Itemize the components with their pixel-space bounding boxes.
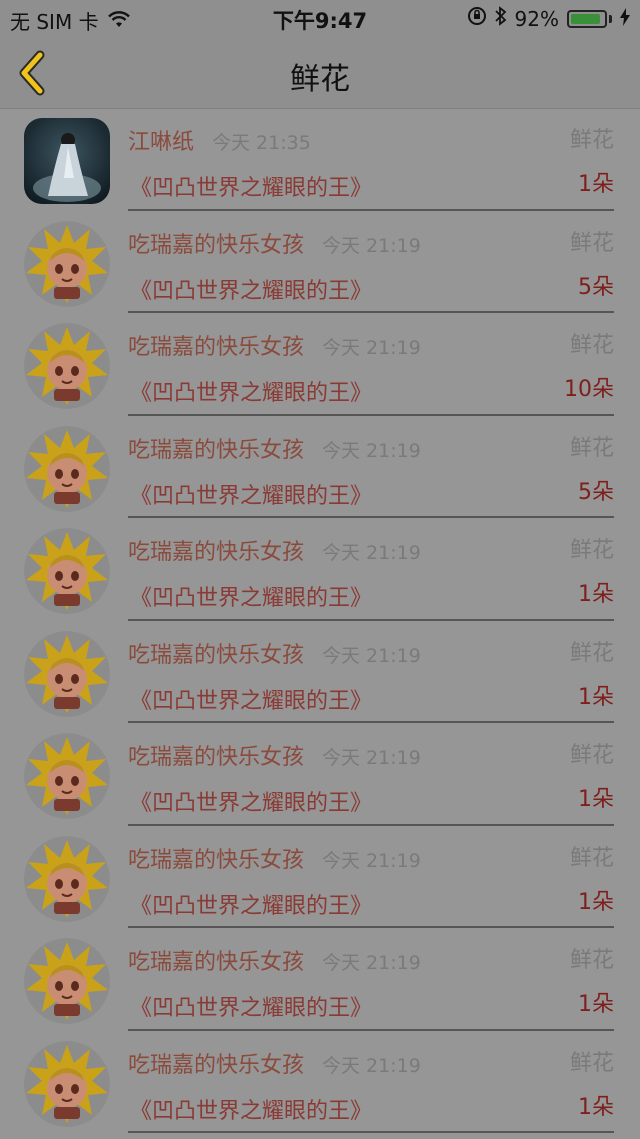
list-item[interactable]: 江啉纸 今天 21:35 鲜花《凹凸世界之耀眼的王》 1朵	[0, 110, 640, 213]
timestamp: 今天 21:19	[322, 234, 421, 257]
book-title[interactable]: 《凹凸世界之耀眼的王》	[130, 683, 372, 715]
avatar[interactable]	[24, 835, 110, 922]
book-title[interactable]: 《凹凸世界之耀眼的王》	[130, 170, 372, 202]
user-name[interactable]: 吃瑞嘉的快乐女孩	[128, 227, 304, 259]
gift-count: 1朵	[578, 684, 614, 710]
book-title[interactable]: 《凹凸世界之耀眼的王》	[130, 888, 372, 920]
gift-type: 鲜花	[569, 128, 614, 153]
avatar[interactable]	[24, 425, 110, 512]
book-title[interactable]: 《凹凸世界之耀眼的王》	[130, 580, 372, 612]
book-title[interactable]: 《凹凸世界之耀眼的王》	[130, 273, 372, 305]
user-name[interactable]: 吃瑞嘉的快乐女孩	[128, 329, 304, 361]
user-name[interactable]: 吃瑞嘉的快乐女孩	[128, 534, 304, 566]
row-divider	[128, 413, 614, 416]
list-item[interactable]: 吃瑞嘉的快乐女孩 今天 21:19 鲜花《凹凸世界之耀眼的王》 1朵	[0, 623, 640, 726]
gift-type: 鲜花	[569, 333, 614, 358]
gift-count: 1朵	[578, 1094, 614, 1120]
gift-type: 鲜花	[569, 435, 614, 461]
row-divider	[128, 926, 614, 928]
avatar[interactable]	[24, 1040, 110, 1127]
gift-list: 江啉纸 今天 21:35 鲜花 《凹凸世界之耀眼的王》 1朵 吃瑞嘉的快乐女孩 今天 21…	[0, 110, 640, 1135]
gift-type: 鲜花	[569, 845, 614, 871]
list-item[interactable]: 吃瑞嘉的快乐女孩 今天 21:19 鲜花《凹凸世界之耀眼的王》 5朵	[0, 418, 640, 521]
row-divider	[128, 721, 614, 723]
timestamp: 今天 21:19	[322, 747, 421, 769]
book-title[interactable]: 《凹凸世界之耀眼的王》	[130, 478, 372, 510]
user-name[interactable]: 江啉纸	[128, 124, 194, 156]
page-title: 鲜花	[290, 62, 350, 97]
gift-count: 1朵	[578, 172, 614, 197]
gift-count: 1朵	[578, 889, 614, 915]
user-name[interactable]: 吃瑞嘉的快乐女孩	[128, 432, 304, 464]
row-divider	[128, 823, 614, 826]
user-name[interactable]: 吃瑞嘉的快乐女孩	[128, 637, 304, 669]
timestamp: 今天 21:19	[322, 439, 421, 462]
gift-type: 鲜花	[569, 640, 614, 666]
battery-percent: 92%	[514, 6, 559, 31]
user-name[interactable]: 吃瑞嘉的快乐女孩	[128, 944, 304, 976]
book-title[interactable]: 《凹凸世界之耀眼的王》	[130, 1093, 372, 1125]
timestamp: 今天 21:19	[322, 1054, 421, 1077]
charging-icon	[620, 7, 630, 31]
gift-count: 5朵	[578, 479, 614, 505]
battery-fill	[571, 13, 600, 24]
gift-type: 鲜花	[569, 743, 614, 768]
timestamp: 今天 21:35	[212, 132, 311, 154]
nav-bar: 鲜花	[0, 36, 640, 109]
user-name[interactable]: 吃瑞嘉的快乐女孩	[128, 842, 304, 874]
bluetooth-icon	[494, 6, 507, 31]
status-right: 92%	[467, 6, 630, 31]
row-divider	[128, 311, 614, 313]
avatar[interactable]	[24, 220, 110, 307]
battery-icon	[567, 9, 607, 28]
timestamp: 今天 21:19	[322, 542, 421, 564]
book-title[interactable]: 《凹凸世界之耀眼的王》	[130, 375, 372, 407]
gift-type: 鲜花	[569, 230, 614, 256]
list-item[interactable]: 吃瑞嘉的快乐女孩 今天 21:19 鲜花《凹凸世界之耀眼的王》 10朵	[0, 315, 640, 418]
row-divider	[128, 516, 614, 518]
list-item[interactable]: 吃瑞嘉的快乐女孩 今天 21:19 鲜花《凹凸世界之耀眼的王》 1朵	[0, 1033, 640, 1136]
list-item[interactable]: 吃瑞嘉的快乐女孩 今天 21:19 鲜花《凹凸世界之耀眼的王》 1朵	[0, 725, 640, 828]
timestamp: 今天 21:19	[322, 337, 421, 359]
avatar[interactable]	[24, 938, 110, 1024]
user-name[interactable]: 吃瑞嘉的快乐女孩	[128, 1047, 304, 1079]
gift-count: 1朵	[578, 582, 614, 607]
row-divider	[128, 618, 614, 621]
list-item[interactable]: 吃瑞嘉的快乐女孩 今天 21:19 鲜花《凹凸世界之耀眼的王》 5朵	[0, 213, 640, 316]
row-divider	[128, 1028, 614, 1031]
list-item[interactable]: 吃瑞嘉的快乐女孩 今天 21:19 鲜花《凹凸世界之耀眼的王》 1朵	[0, 828, 640, 931]
gift-type: 鲜花	[569, 538, 614, 563]
avatar[interactable]	[24, 630, 110, 717]
battery-tip	[609, 14, 612, 23]
list-item[interactable]: 吃瑞嘉的快乐女孩 今天 21:19 鲜花《凹凸世界之耀眼的王》 1朵	[0, 930, 640, 1033]
row-divider	[128, 208, 614, 211]
row-divider	[128, 1131, 614, 1133]
user-name[interactable]: 吃瑞嘉的快乐女孩	[128, 739, 304, 771]
avatar[interactable]	[24, 528, 110, 614]
timestamp: 今天 21:19	[322, 849, 421, 872]
gift-count: 5朵	[578, 274, 614, 300]
gift-type: 鲜花	[569, 1050, 614, 1076]
gift-count: 1朵	[578, 787, 614, 812]
orientation-lock-icon	[467, 6, 487, 31]
gift-type: 鲜花	[569, 948, 614, 973]
avatar[interactable]	[24, 118, 110, 204]
timestamp: 今天 21:19	[322, 952, 421, 974]
screen: 无 SIM 卡 下午9:47 92% 鲜花 江啉纸 今天 21:35 鲜花 《凹…	[0, 0, 640, 1139]
avatar[interactable]	[24, 733, 110, 819]
avatar[interactable]	[24, 323, 110, 409]
timestamp: 今天 21:19	[322, 644, 421, 667]
book-title[interactable]: 《凹凸世界之耀眼的王》	[130, 785, 372, 817]
book-title[interactable]: 《凹凸世界之耀眼的王》	[130, 990, 372, 1022]
list-item[interactable]: 吃瑞嘉的快乐女孩 今天 21:19 鲜花《凹凸世界之耀眼的王》 1朵	[0, 520, 640, 623]
gift-count: 1朵	[578, 992, 614, 1017]
gift-count: 10朵	[564, 377, 614, 402]
status-bar: 无 SIM 卡 下午9:47 92%	[0, 0, 640, 36]
